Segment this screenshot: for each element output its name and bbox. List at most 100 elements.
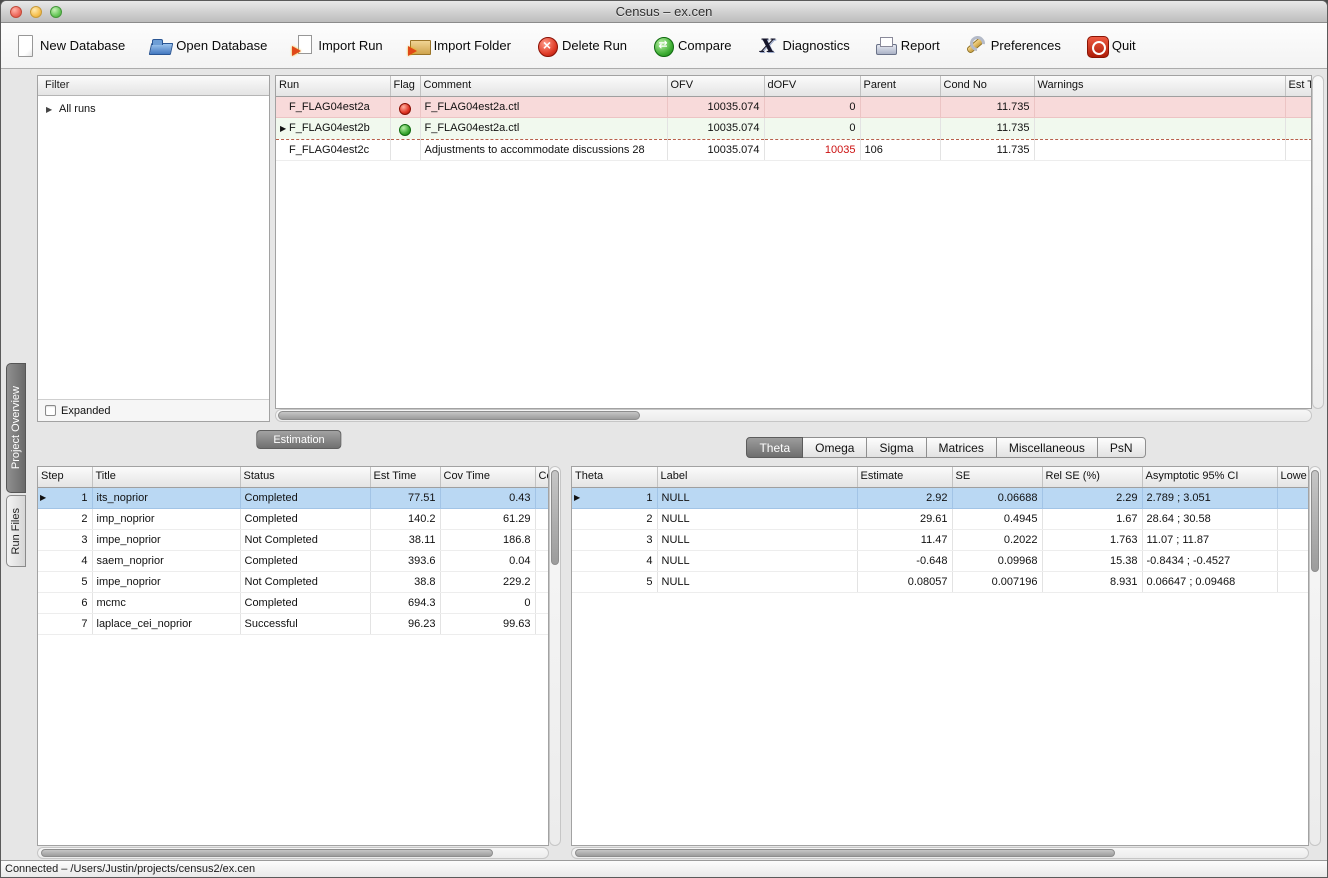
theta-row[interactable]: 5 NULL 0.08057 0.007196 8.931 0.06647 ; …	[572, 571, 1308, 593]
theta-col-rel-se[interactable]: Rel SE (%)	[1042, 467, 1143, 488]
estimation-row[interactable]: 6 mcmc Completed 694.3 0	[38, 592, 548, 614]
theta-col-estimate[interactable]: Estimate	[857, 467, 953, 488]
est-col-step[interactable]: Step	[38, 467, 93, 488]
theta-horizontal-scrollbar[interactable]	[571, 847, 1309, 859]
title-bar[interactable]: Census – ex.cen	[1, 1, 1327, 23]
runs-horizontal-scrollbar[interactable]	[275, 409, 1312, 422]
theta-index-cell: 5	[572, 571, 658, 593]
estimation-row[interactable]: 4 saem_noprior Completed 393.6 0.04	[38, 550, 548, 572]
results-tab[interactable]: PsN	[1097, 437, 1146, 458]
est-col-est-time[interactable]: Est Time	[370, 467, 441, 488]
run-row[interactable]: F_FLAG04est2c Adjustments to accommodate…	[276, 139, 1311, 161]
runs-col-parent[interactable]: Parent	[860, 76, 941, 97]
estimation-vertical-scrollbar-thumb[interactable]	[551, 470, 559, 565]
estimation-row[interactable]: 3 impe_noprior Not Completed 38.11 186.8	[38, 529, 548, 551]
est-col-cov-time[interactable]: Cov Time	[440, 467, 536, 488]
toolbar-button[interactable]: Delete Run	[535, 34, 627, 58]
runs-col-est-time[interactable]: Est T	[1285, 76, 1311, 97]
status-bar: Connected – /Users/Justin/projects/censu…	[1, 860, 1327, 877]
tab-run-files[interactable]: Run Files	[6, 495, 26, 567]
estimation-row[interactable]: ▶ 1 its_noprior Completed 77.51 0.43	[38, 487, 548, 509]
run-name-cell: ▶ F_FLAG04est2b	[276, 117, 391, 140]
runs-vertical-scrollbar[interactable]	[1312, 75, 1324, 409]
comment-cell: F_FLAG04est2a.ctl	[420, 96, 668, 118]
toolbar-button[interactable]: Quit	[1085, 34, 1136, 58]
toolbar-button[interactable]: Compare	[651, 34, 732, 58]
title-cell: impe_noprior	[92, 571, 241, 593]
estimation-row[interactable]: 7 laplace_cei_noprior Successful 96.23 9…	[38, 613, 548, 635]
results-tab[interactable]: Sigma	[867, 437, 927, 458]
theta-vertical-scrollbar[interactable]	[1309, 466, 1321, 846]
tab-project-overview[interactable]: Project Overview	[6, 363, 26, 493]
disclosure-triangle-icon[interactable]: ▶	[46, 105, 55, 114]
se-cell: 0.007196	[952, 571, 1043, 593]
cov-time-cell: 99.63	[440, 613, 536, 635]
title-cell: mcmc	[92, 592, 241, 614]
run-row[interactable]: F_FLAG04est2a F_FLAG04est2a.ctl 10035.07…	[276, 96, 1311, 118]
cov-time-cell: 186.8	[440, 529, 536, 551]
compare-icon	[651, 34, 675, 58]
rel-se-cell: 1.67	[1042, 508, 1143, 530]
ofv-cell: 10035.074	[667, 96, 765, 118]
results-tab[interactable]: Miscellaneous	[996, 437, 1098, 458]
estimation-horizontal-scrollbar[interactable]	[37, 847, 549, 859]
runs-col-comment[interactable]: Comment	[420, 76, 668, 97]
step-cell: 3	[38, 529, 93, 551]
toolbar-button[interactable]: Report	[874, 34, 940, 58]
toolbar-button-label: New Database	[40, 38, 126, 53]
theta-row[interactable]: 3 NULL 11.47 0.2022 1.763 11.07 ; 11.87	[572, 529, 1308, 551]
est-col-co[interactable]: Co	[535, 467, 548, 488]
estimation-panel-tab[interactable]: Estimation	[256, 430, 342, 449]
tree-item-all-runs[interactable]: ▶ All runs	[46, 101, 269, 117]
runs-col-flag[interactable]: Flag	[390, 76, 421, 97]
theta-horizontal-scrollbar-thumb[interactable]	[575, 849, 1115, 857]
toolbar-button[interactable]: Preferences	[964, 34, 1061, 58]
runs-col-cond-no[interactable]: Cond No	[940, 76, 1035, 97]
toolbar-button[interactable]: Import Run	[291, 34, 383, 58]
estimation-vertical-scrollbar[interactable]	[549, 466, 561, 846]
est-time-cell: 96.23	[370, 613, 441, 635]
flag-cell	[390, 139, 421, 161]
theta-col-lower[interactable]: Lowe	[1277, 467, 1308, 488]
runs-col-run[interactable]: Run	[276, 76, 391, 97]
run-row[interactable]: ▶ F_FLAG04est2b F_FLAG04est2a.ctl 10035.0…	[276, 117, 1311, 140]
status-text: Connected – /Users/Justin/projects/censu…	[5, 863, 256, 875]
est-time-cell: 140.2	[370, 508, 441, 530]
theta-col-se[interactable]: SE	[952, 467, 1043, 488]
toolbar-button[interactable]: New Database	[13, 34, 125, 58]
estimate-cell: 29.61	[857, 508, 953, 530]
estimation-row[interactable]: 5 impe_noprior Not Completed 38.8 229.2	[38, 571, 548, 593]
estimation-row[interactable]: 2 imp_noprior Completed 140.2 61.29	[38, 508, 548, 530]
title-cell: saem_noprior	[92, 550, 241, 572]
theta-row[interactable]: 4 NULL -0.648 0.09968 15.38 -0.8434 ; -0…	[572, 550, 1308, 572]
toolbar-button[interactable]: Diagnostics	[756, 34, 850, 58]
toolbar: New Database Open Database Import Run Im…	[1, 23, 1327, 69]
theta-col-theta[interactable]: Theta	[572, 467, 658, 488]
runs-col-dofv[interactable]: dOFV	[764, 76, 861, 97]
est-col-status[interactable]: Status	[240, 467, 371, 488]
toolbar-button[interactable]: Import Folder	[407, 34, 511, 58]
results-tab[interactable]: Matrices	[926, 437, 997, 458]
runs-col-ofv[interactable]: OFV	[667, 76, 765, 97]
rel-se-cell: 8.931	[1042, 571, 1143, 593]
dofv-cell: 0	[764, 96, 861, 118]
ci-cell: 0.06647 ; 0.09468	[1142, 571, 1278, 593]
estimation-panel: Estimation Step Title Status Est Time Co…	[37, 430, 561, 859]
theta-col-ci[interactable]: Asymptotic 95% CI	[1142, 467, 1278, 488]
ci-cell: 28.64 ; 30.58	[1142, 508, 1278, 530]
theta-col-label[interactable]: Label	[657, 467, 858, 488]
expanded-checkbox[interactable]	[45, 405, 56, 416]
step-cell: 6	[38, 592, 93, 614]
toolbar-button[interactable]: Open Database	[149, 34, 267, 58]
estimation-horizontal-scrollbar-thumb[interactable]	[41, 849, 493, 857]
runs-col-warnings[interactable]: Warnings	[1034, 76, 1286, 97]
theta-row[interactable]: 2 NULL 29.61 0.4945 1.67 28.64 ; 30.58	[572, 508, 1308, 530]
results-tab[interactable]: Omega	[803, 437, 868, 458]
results-tab[interactable]: Theta	[746, 437, 804, 458]
runs-horizontal-scrollbar-thumb[interactable]	[278, 411, 640, 420]
theta-vertical-scrollbar-thumb[interactable]	[1311, 470, 1319, 572]
delete-run-icon	[535, 34, 559, 58]
est-col-title[interactable]: Title	[92, 467, 241, 488]
theta-row[interactable]: ▶ 1 NULL 2.92 0.06688 2.29 2.789 ; 3.051	[572, 487, 1308, 509]
cov-time-cell: 61.29	[440, 508, 536, 530]
